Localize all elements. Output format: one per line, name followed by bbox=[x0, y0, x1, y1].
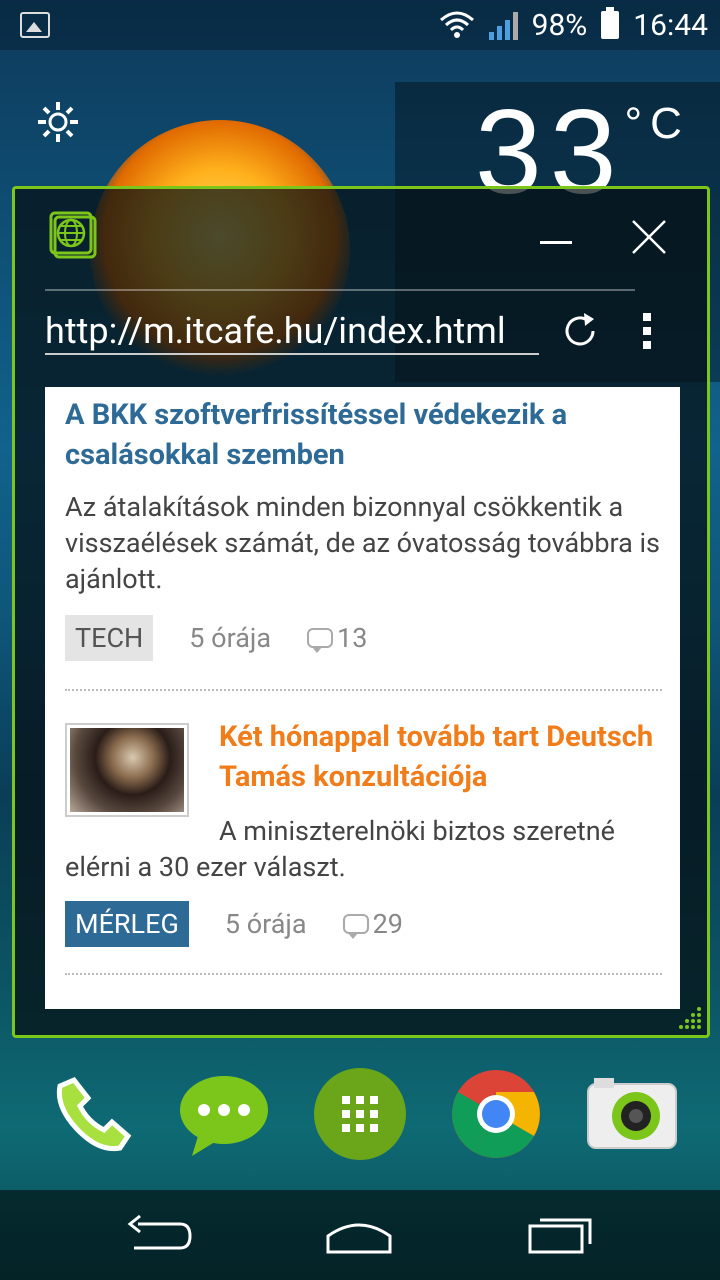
status-icons: 98% 16:44 bbox=[439, 6, 708, 44]
article-time: 5 órája bbox=[189, 622, 272, 654]
close-icon[interactable] bbox=[631, 219, 667, 255]
battery-percent: 98% bbox=[531, 7, 588, 43]
comment-icon bbox=[342, 914, 369, 939]
globe-icon bbox=[49, 211, 97, 259]
comment-count-value: 29 bbox=[372, 908, 403, 940]
web-content[interactable]: A BKK szoftverfrissítéssel védekezik a c… bbox=[45, 387, 680, 1009]
recent-apps-icon[interactable] bbox=[526, 1212, 596, 1256]
resize-handle-icon[interactable] bbox=[673, 1005, 703, 1031]
divider bbox=[65, 973, 662, 975]
article-title[interactable]: Két hónappal tovább tart Deutsch Tamás k… bbox=[219, 717, 659, 797]
camera-app-icon[interactable] bbox=[584, 1066, 680, 1162]
minimize-button[interactable] bbox=[540, 241, 572, 244]
home-icon[interactable] bbox=[324, 1212, 394, 1256]
comment-count[interactable]: 29 bbox=[342, 908, 403, 940]
comment-count[interactable]: 13 bbox=[307, 622, 367, 654]
gear-icon[interactable] bbox=[36, 100, 80, 144]
address-bar bbox=[45, 289, 675, 361]
article-description: A miniszterelnöki biztos szeretné elérni… bbox=[65, 815, 615, 883]
status-bar: 98% 16:44 bbox=[0, 0, 720, 50]
category-tag[interactable]: MÉRLEG bbox=[65, 901, 189, 947]
article-time: 5 órája bbox=[224, 908, 307, 940]
temperature-unit: °C bbox=[624, 99, 690, 148]
comment-icon bbox=[307, 628, 334, 653]
article-item[interactable]: A BKK szoftverfrissítéssel védekezik a c… bbox=[65, 395, 662, 661]
url-input[interactable] bbox=[45, 309, 539, 355]
article-meta: MÉRLEG 5 órája 29 bbox=[65, 901, 403, 947]
battery-icon bbox=[601, 7, 620, 39]
app-drawer-icon[interactable] bbox=[312, 1066, 408, 1162]
comment-count-value: 13 bbox=[337, 622, 368, 654]
app-dock bbox=[0, 1060, 720, 1190]
category-tag[interactable]: TECH bbox=[65, 615, 154, 661]
article-meta: TECH 5 órája 13 bbox=[65, 615, 662, 661]
clock: 16:44 bbox=[633, 7, 708, 43]
floating-browser-window: A BKK szoftverfrissítéssel védekezik a c… bbox=[12, 186, 710, 1038]
refresh-icon[interactable] bbox=[560, 311, 600, 351]
messaging-app-icon[interactable] bbox=[176, 1066, 272, 1162]
phone-app-icon[interactable] bbox=[46, 1066, 142, 1162]
back-icon[interactable] bbox=[124, 1212, 194, 1256]
navigation-bar bbox=[0, 1190, 720, 1280]
article-title[interactable]: A BKK szoftverfrissítéssel védekezik a c… bbox=[65, 395, 662, 475]
divider bbox=[65, 689, 662, 691]
overflow-menu-icon[interactable] bbox=[643, 313, 653, 353]
divider bbox=[45, 289, 635, 291]
chrome-app-icon[interactable] bbox=[448, 1066, 544, 1162]
gallery-notification-icon bbox=[20, 12, 50, 38]
signal-icon bbox=[488, 10, 518, 40]
article-item[interactable]: Két hónappal tovább tart Deutsch Tamás k… bbox=[65, 720, 662, 963]
article-description: Az átalakítások minden bizonnyal csökken… bbox=[65, 491, 660, 595]
article-thumbnail[interactable] bbox=[65, 723, 189, 817]
wifi-icon bbox=[439, 11, 474, 38]
